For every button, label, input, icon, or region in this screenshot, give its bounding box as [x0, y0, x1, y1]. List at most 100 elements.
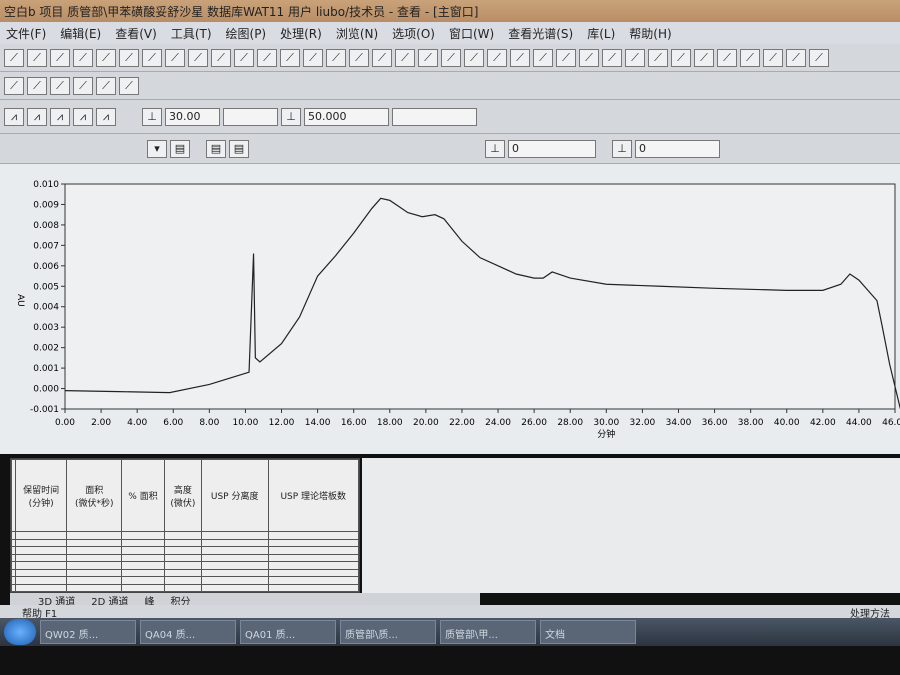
- tool-icon[interactable]: ⟋: [27, 76, 47, 95]
- table-cell[interactable]: [14, 553, 68, 563]
- tool-icon[interactable]: ⟋: [533, 48, 553, 67]
- table-cell[interactable]: [121, 568, 165, 578]
- column-header[interactable]: USP 分离度: [200, 458, 269, 533]
- table-cell[interactable]: [267, 531, 360, 540]
- table-cell[interactable]: [200, 575, 269, 585]
- table-row[interactable]: [11, 553, 360, 563]
- tool-icon[interactable]: ⟋: [464, 48, 484, 67]
- tool-icon[interactable]: ⟋: [625, 48, 645, 67]
- table-cell[interactable]: [121, 561, 165, 570]
- tool-icon[interactable]: ⟋: [96, 76, 116, 95]
- start-button[interactable]: [4, 619, 36, 645]
- table-cell[interactable]: [163, 531, 202, 540]
- tool-icon[interactable]: ⟋: [50, 76, 70, 95]
- menu-item[interactable]: 窗口(W): [449, 25, 494, 41]
- tool-icon[interactable]: ▤: [229, 139, 249, 158]
- taskbar-item[interactable]: 质管部\甲...: [440, 620, 536, 644]
- table-cell[interactable]: [121, 553, 165, 563]
- table-cell[interactable]: [267, 561, 360, 570]
- table-cell[interactable]: [14, 538, 68, 548]
- table-cell[interactable]: [163, 553, 202, 563]
- tool-icon[interactable]: ⟋: [786, 48, 806, 67]
- table-cell[interactable]: [200, 568, 269, 578]
- threshold-field[interactable]: 50.000: [304, 107, 389, 126]
- peak-table[interactable]: 保留时间 (分钟) 面积 (微伏*秒)% 面积 高度 (微伏) USP 分离度 USP …: [10, 458, 360, 593]
- tool-icon[interactable]: ⟋: [50, 48, 70, 67]
- chart-icon[interactable]: ⩘: [4, 107, 24, 126]
- table-cell[interactable]: [66, 531, 123, 540]
- table-cell[interactable]: [121, 546, 165, 555]
- column-header[interactable]: USP 理论塔板数: [267, 458, 360, 533]
- menu-item[interactable]: 查看光谱(S): [508, 25, 573, 41]
- threshold-icon[interactable]: ⊥: [142, 107, 162, 126]
- menu-item[interactable]: 编辑(E): [60, 25, 101, 41]
- dropdown-arrow-icon[interactable]: ▾: [147, 139, 167, 158]
- table-cell[interactable]: [163, 575, 202, 585]
- table-cell[interactable]: [267, 546, 360, 555]
- menu-item[interactable]: 绘图(P): [226, 25, 267, 41]
- tool-icon[interactable]: ⟋: [372, 48, 392, 67]
- column-header[interactable]: % 面积: [121, 458, 165, 533]
- tool-icon[interactable]: ⟋: [280, 48, 300, 67]
- taskbar-item[interactable]: QA04 质...: [140, 620, 236, 644]
- tool-icon[interactable]: ⟋: [694, 48, 714, 67]
- table-cell[interactable]: [121, 538, 165, 548]
- taskbar-item[interactable]: QW02 质...: [40, 620, 136, 644]
- tool-icon[interactable]: ⟋: [4, 76, 24, 95]
- table-row[interactable]: [11, 568, 360, 578]
- table-row[interactable]: [11, 538, 360, 548]
- menu-item[interactable]: 文件(F): [6, 25, 46, 41]
- table-cell[interactable]: [200, 561, 269, 570]
- table-cell[interactable]: [200, 553, 269, 563]
- table-cell[interactable]: [66, 575, 123, 585]
- tool-icon[interactable]: ⟋: [418, 48, 438, 67]
- table-cell[interactable]: [14, 561, 68, 570]
- table-cell[interactable]: [267, 583, 360, 592]
- tool-icon[interactable]: ▤: [206, 139, 226, 158]
- table-row[interactable]: [11, 561, 360, 570]
- table-cell[interactable]: [267, 538, 360, 548]
- taskbar-item[interactable]: QA01 质...: [240, 620, 336, 644]
- column-header[interactable]: 保留时间 (分钟): [14, 458, 68, 533]
- table-cell[interactable]: [121, 531, 165, 540]
- taskbar-item[interactable]: 文档: [540, 620, 636, 644]
- tool-icon[interactable]: ⟋: [4, 48, 24, 67]
- table-cell[interactable]: [14, 568, 68, 578]
- empty-field[interactable]: [392, 107, 477, 126]
- tool-icon[interactable]: ⟋: [671, 48, 691, 67]
- threshold-icon[interactable]: ⊥: [281, 107, 301, 126]
- menu-item[interactable]: 查看(V): [115, 25, 157, 41]
- tool-icon[interactable]: ⟋: [441, 48, 461, 67]
- tool-icon[interactable]: ⟋: [73, 76, 93, 95]
- table-row[interactable]: [11, 531, 360, 540]
- menu-item[interactable]: 工具(T): [171, 25, 212, 41]
- menu-item[interactable]: 选项(O): [392, 25, 435, 41]
- table-cell[interactable]: [200, 546, 269, 555]
- tool-icon[interactable]: ⟋: [165, 48, 185, 67]
- tool-icon[interactable]: ⟋: [96, 48, 116, 67]
- table-cell[interactable]: [66, 561, 123, 570]
- tool-icon[interactable]: ⟋: [740, 48, 760, 67]
- table-row[interactable]: [11, 575, 360, 585]
- menu-item[interactable]: 库(L): [587, 25, 615, 41]
- table-cell[interactable]: [163, 538, 202, 548]
- column-header[interactable]: 高度 (微伏): [163, 458, 202, 533]
- chart-icon[interactable]: ⩘: [27, 107, 47, 126]
- chart-icon[interactable]: ⩘: [73, 107, 93, 126]
- tool-icon[interactable]: ⟋: [142, 48, 162, 67]
- taskbar-item[interactable]: 质管部\质...: [340, 620, 436, 644]
- tool-icon[interactable]: ⟋: [510, 48, 530, 67]
- tool-icon[interactable]: ⊥: [485, 139, 505, 158]
- chart-icon[interactable]: ⩘: [96, 107, 116, 126]
- chromatogram-panel[interactable]: -0.001 0.000 0.001 0.002 0.003 0.004 0.005 0.00…: [0, 164, 900, 454]
- table-cell[interactable]: [66, 583, 123, 592]
- tool-icon[interactable]: ⟋: [349, 48, 369, 67]
- tool-icon[interactable]: ⟋: [326, 48, 346, 67]
- tool-icon[interactable]: ⟋: [73, 48, 93, 67]
- tool-icon[interactable]: ⟋: [211, 48, 231, 67]
- peak-width-field[interactable]: 30.00: [165, 107, 220, 126]
- table-cell[interactable]: [66, 538, 123, 548]
- tool-icon[interactable]: ⟋: [717, 48, 737, 67]
- menu-item[interactable]: 浏览(N): [336, 25, 378, 41]
- tool-icon[interactable]: ⟋: [27, 48, 47, 67]
